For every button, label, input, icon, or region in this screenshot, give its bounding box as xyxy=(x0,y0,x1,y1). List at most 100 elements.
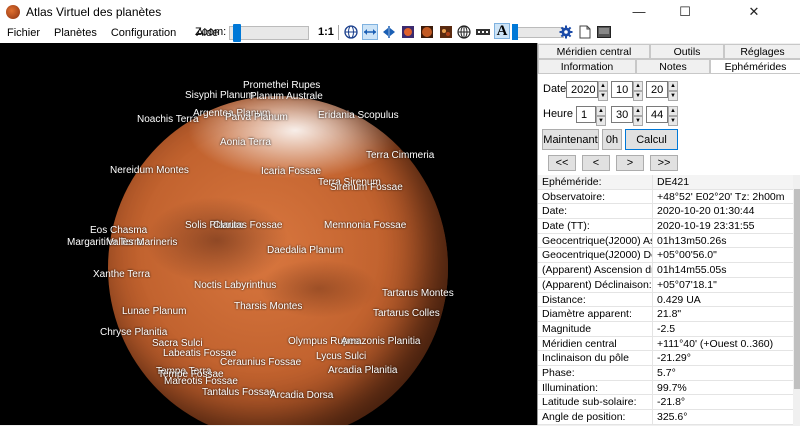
tab-meridien-central[interactable]: Méridien central xyxy=(538,44,650,59)
row-label: Illumination: xyxy=(538,380,653,395)
row-label: Méridien central xyxy=(538,336,653,351)
feature-label: Promethei Rupes xyxy=(243,80,321,91)
feature-label: Xanthe Terra xyxy=(93,269,151,280)
table-row[interactable]: Angle de position: 325.6° xyxy=(538,410,793,425)
close-button[interactable]: ✕ xyxy=(708,0,800,23)
text-label-icon[interactable]: A xyxy=(494,23,510,39)
planet-view[interactable]: Promethei Rupes Sisyphi Planum Planum Au… xyxy=(0,43,537,425)
terrain-icon[interactable] xyxy=(438,24,454,40)
maximize-button[interactable]: ☐ xyxy=(662,0,708,23)
row-label: Distance: xyxy=(538,292,653,307)
table-row[interactable]: (Apparent) Ascension droite 01h14m55.05s xyxy=(538,263,793,278)
screen-icon[interactable] xyxy=(596,24,612,40)
row-label: Magnitude xyxy=(538,321,653,336)
menu-planetes[interactable]: Planètes xyxy=(47,27,104,39)
table-row[interactable]: Distance: 0.429 UA xyxy=(538,292,793,308)
row-value: +05°07'18.1" xyxy=(657,278,717,291)
table-row[interactable]: Diamètre apparent: 21.8" xyxy=(538,307,793,322)
feature-label: Mareotis Fossae xyxy=(164,376,238,387)
row-value: 99.7% xyxy=(657,381,687,394)
feature-label: Parva Planum xyxy=(225,112,288,123)
back-fast-button[interactable]: << xyxy=(548,155,576,171)
table-row[interactable]: Date (TT): 2020-10-19 23:31:55 xyxy=(538,219,793,234)
feature-label: Valles Marineris xyxy=(107,237,178,248)
feature-label: Tartarus Colles xyxy=(373,308,440,319)
feature-label: Tantalus Fossae xyxy=(202,387,275,398)
feature-label: Tharsis Montes xyxy=(234,301,303,312)
grid-header-value: DE421 xyxy=(653,175,793,189)
minute-spinner[interactable]: ▲ ▼ xyxy=(633,106,643,126)
date-label: Date xyxy=(543,83,567,95)
menu-configuration[interactable]: Configuration xyxy=(104,27,183,39)
document-icon[interactable] xyxy=(577,24,593,40)
row-value: -21.29° xyxy=(657,352,691,365)
row-label: (Apparent) Déclinaison: xyxy=(538,277,653,292)
zoom-slider-thumb[interactable] xyxy=(233,24,241,42)
second-spinner[interactable]: ▲ ▼ xyxy=(668,106,678,126)
zoom-reset-button[interactable]: 1:1 xyxy=(318,26,334,38)
year-spinner[interactable]: ▲ ▼ xyxy=(598,81,608,101)
row-label: Geocentrique(J2000) Ascension droite xyxy=(538,233,653,248)
tab-information[interactable]: Information xyxy=(538,59,636,74)
menu-fichier[interactable]: Fichier xyxy=(0,27,47,39)
table-row[interactable]: Magnitude -2.5 xyxy=(538,321,793,337)
window-title: Atlas Virtuel des planètes xyxy=(26,4,162,19)
table-row[interactable]: Observatoire: +48°52' E02°20' Tz: 2h00m xyxy=(538,189,793,205)
minimize-button[interactable]: — xyxy=(616,0,662,23)
vertical-flip-icon[interactable] xyxy=(381,24,397,40)
table-row[interactable]: Illumination: 99.7% xyxy=(538,380,793,396)
tab-notes[interactable]: Notes xyxy=(636,59,710,74)
globe-icon[interactable] xyxy=(456,24,472,40)
row-label: Date (TT): xyxy=(538,219,653,233)
feature-label: Eos Chasma xyxy=(90,225,148,236)
now-button[interactable]: Maintenant xyxy=(542,129,599,150)
tab-outils[interactable]: Outils xyxy=(650,44,724,59)
table-row[interactable]: Phase: 5.7° xyxy=(538,365,793,381)
table-row[interactable]: Latitude sub-solaire: -21.8° xyxy=(538,395,793,410)
table-row[interactable]: Inclinaison du pôle -21.29° xyxy=(538,351,793,366)
app-icon xyxy=(6,4,20,19)
tab-reglages[interactable]: Réglages xyxy=(724,44,800,59)
table-row[interactable]: Date: 2020-10-20 01:30:44 xyxy=(538,204,793,220)
feature-label: Amazonis Planitia xyxy=(341,336,421,347)
hour-spinner[interactable]: ▲ ▼ xyxy=(596,106,606,126)
feature-label: Terra Cimmeria xyxy=(366,150,435,161)
row-value: -2.5 xyxy=(657,322,676,335)
back-button[interactable]: < xyxy=(582,155,610,171)
brightness-slider-track[interactable] xyxy=(514,27,564,38)
globe-grid-icon[interactable] xyxy=(343,24,359,40)
feature-label: Lycus Sulci xyxy=(316,351,367,362)
scale-bar-icon[interactable] xyxy=(476,24,490,40)
mars-image-icon[interactable] xyxy=(419,24,435,40)
row-label: Geocentrique(J2000) Déclinaison xyxy=(538,248,653,263)
feature-label: Icaria Fossae xyxy=(261,166,322,177)
table-row[interactable]: Geocentrique(J2000) Ascension droite 01h1… xyxy=(538,233,793,249)
table-row[interactable]: Méridien central +111°40' (+Ouest 0..360) xyxy=(538,336,793,352)
gear-icon[interactable] xyxy=(558,24,574,40)
tab-ephemerides[interactable]: Ephémérides xyxy=(710,59,800,74)
day-field[interactable]: 20 xyxy=(646,81,668,98)
horizontal-flip-icon[interactable] xyxy=(362,24,378,40)
month-field[interactable]: 10 xyxy=(611,81,633,98)
feature-label: Sisyphi Planum xyxy=(185,90,254,101)
brightness-slider-thumb[interactable] xyxy=(512,24,518,40)
compute-button[interactable]: Calcul xyxy=(625,129,678,150)
minute-field[interactable]: 30 xyxy=(611,106,633,123)
day-spinner[interactable]: ▲ ▼ xyxy=(668,81,678,101)
feature-label: Chryse Planitia xyxy=(100,327,168,338)
zoom-slider-track[interactable] xyxy=(229,26,309,40)
hour-field[interactable]: 1 xyxy=(576,106,596,123)
row-value: +48°52' E02°20' Tz: 2h00m xyxy=(657,190,785,203)
table-row[interactable]: Geocentrique(J2000) Déclinaison +05°00'56… xyxy=(538,248,793,264)
time-label: Heure xyxy=(543,108,573,120)
forward-fast-button[interactable]: >> xyxy=(650,155,678,171)
grid-scrollbar-thumb[interactable] xyxy=(794,189,800,389)
second-field[interactable]: 44 xyxy=(646,106,668,123)
table-row[interactable]: (Apparent) Déclinaison: +05°07'18.1" xyxy=(538,277,793,293)
month-spinner[interactable]: ▲ ▼ xyxy=(633,81,643,101)
planet-texture-icon[interactable] xyxy=(400,24,416,40)
feature-label: Planum Australe xyxy=(250,91,323,102)
year-field[interactable]: 2020 xyxy=(566,81,598,98)
forward-button[interactable]: > xyxy=(616,155,644,171)
midnight-button[interactable]: 0h xyxy=(602,129,622,150)
